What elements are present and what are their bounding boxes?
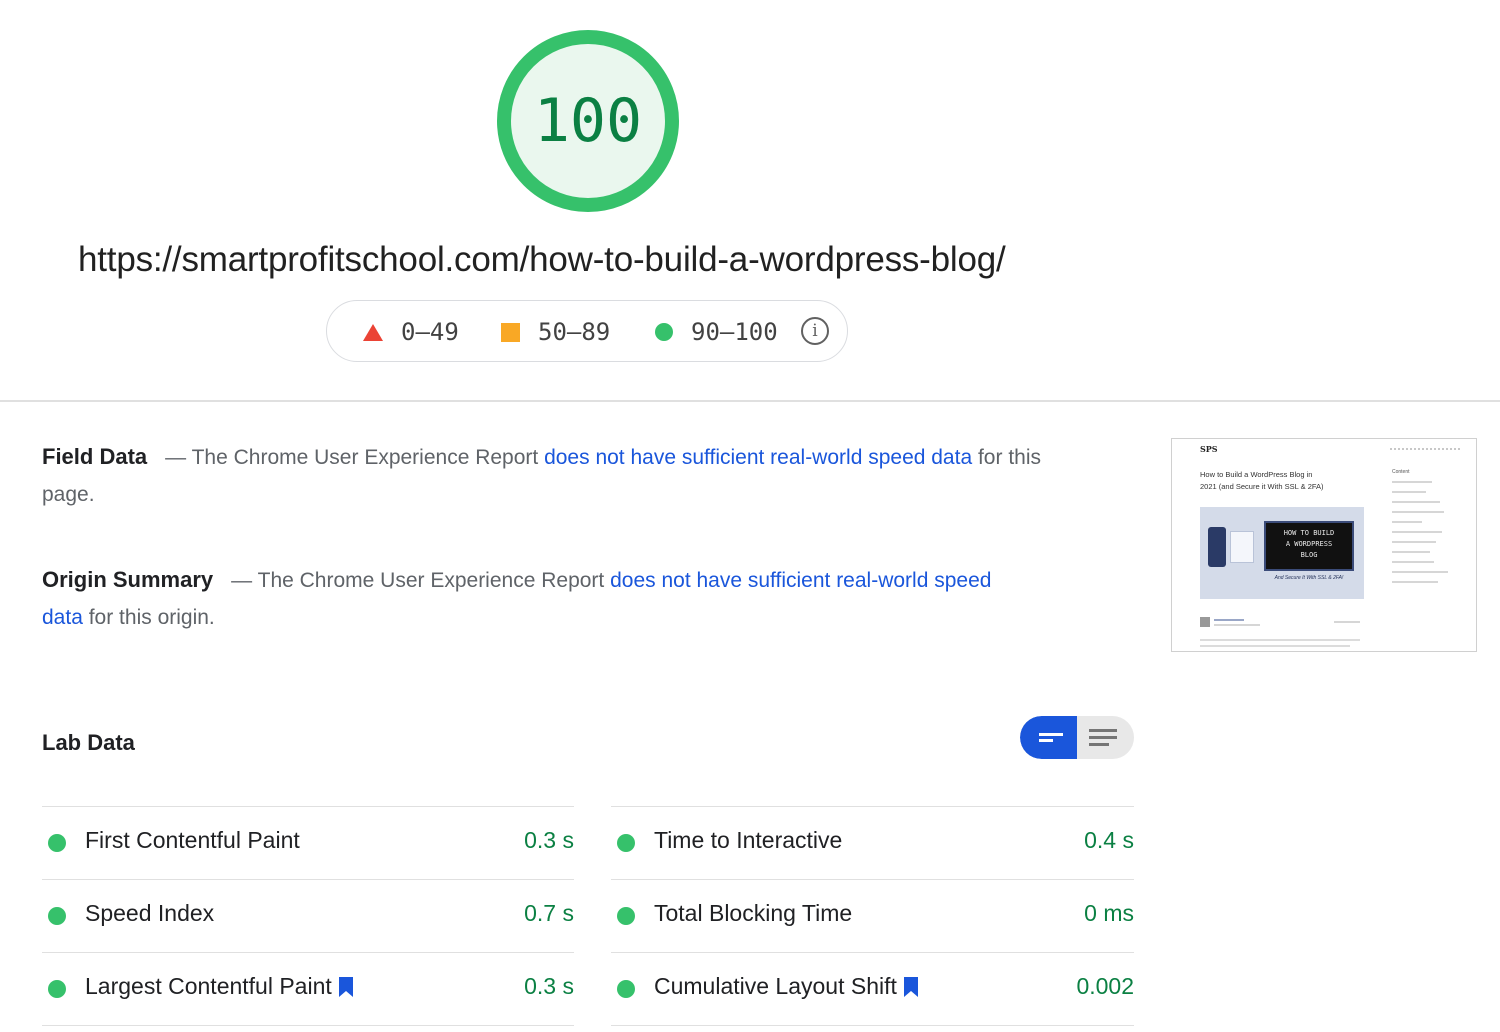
legend-item-pass: 90–100 [655,317,778,347]
lab-data-heading: Lab Data [42,730,135,755]
performance-score: 100 [533,86,643,156]
short-lines-icon [1039,733,1063,742]
thumb-sidebar-heading: Content [1392,469,1410,475]
bookmark-icon [338,976,353,997]
triangle-icon [363,323,383,341]
section-divider [0,400,1500,402]
pass-dot-icon [48,907,66,925]
toggle-compact-view[interactable] [1020,716,1077,759]
thumb-title-1: How to Build a WordPress Blog in [1200,470,1313,479]
metric-value: 0.4 s [1084,827,1134,853]
column-bottom-border [611,1025,1134,1026]
metric-row: First Contentful Paint 0.3 s [42,806,574,879]
thumb-nav [1390,448,1460,452]
metric-label: Speed Index [85,900,215,926]
metrics-column-left: First Contentful Paint 0.3 s Speed Index… [42,806,574,1026]
origin-summary-suffix: for this origin. [82,606,215,629]
metric-row: Cumulative Layout Shift 0.002 [611,952,1134,1025]
circle-icon [655,323,673,341]
thumb-image-text-3: BLOG [1300,551,1318,559]
metric-value: 0 ms [1084,900,1134,926]
metric-row: Speed Index 0.7 s [42,879,574,952]
square-icon [501,322,520,342]
metric-row: Total Blocking Time 0 ms [611,879,1134,952]
metrics-column-right: Time to Interactive 0.4 s Total Blocking… [611,806,1134,1026]
legend-range: 50–89 [538,318,611,346]
origin-summary-prefix: — The Chrome User Experience Report [231,569,611,592]
metrics-view-toggle[interactable] [1020,716,1134,759]
info-icon[interactable]: i [801,317,829,345]
pass-dot-icon [617,980,635,998]
thumb-author-row [1200,617,1360,627]
thumb-image-caption: And Secure It With SSL & 2FA! [1274,575,1344,581]
legend-item-fail: 0–49 [363,317,459,347]
score-legend: 0–49 50–89 90–100 i [326,300,848,362]
metric-label: Time to Interactive [654,827,843,853]
legend-range: 90–100 [691,318,778,346]
pass-dot-icon [617,834,635,852]
thumb-sidebar-lines [1392,481,1452,591]
thumb-hero-image: HOW TO BUILD A WORDPRESS BLOG And Secure… [1200,507,1364,599]
thumb-title-2: 2021 (and Secure it With SSL & 2FA) [1200,482,1324,491]
pass-dot-icon [48,834,66,852]
legend-item-average: 50–89 [501,317,610,347]
metric-label: Cumulative Layout Shift [654,973,897,999]
thumb-body-lines [1200,639,1360,647]
page-url: https://smartprofitschool.com/how-to-bui… [78,240,1006,279]
origin-summary-section: Origin Summary — The Chrome User Experien… [42,561,1032,636]
list-lines-icon [1089,729,1117,746]
origin-summary-heading: Origin Summary [42,567,214,592]
thumb-image-text-2: A WORDPRESS [1285,540,1333,548]
metric-label: First Contentful Paint [85,827,300,853]
field-data-link[interactable]: does not have sufficient real-world spee… [544,446,972,469]
thumb-image-text-1: HOW TO BUILD [1283,529,1335,537]
metric-value: 0.7 s [524,900,574,926]
metric-row: Time to Interactive 0.4 s [611,806,1134,879]
legend-range: 0–49 [401,318,459,346]
page-screenshot-thumbnail: SPS How to Build a WordPress Blog in 202… [1171,438,1477,652]
field-data-section: Field Data — The Chrome User Experience R… [42,438,1042,513]
pass-dot-icon [617,907,635,925]
toggle-expanded-view[interactable] [1077,716,1134,759]
metric-value: 0.002 [1076,973,1134,999]
metric-value: 0.3 s [524,827,574,853]
thumb-logo: SPS [1200,444,1218,454]
metric-row: Largest Contentful Paint 0.3 s [42,952,574,1025]
field-data-heading: Field Data [42,444,148,469]
pass-dot-icon [48,980,66,998]
column-bottom-border [42,1025,574,1026]
field-data-prefix: — The Chrome User Experience Report [165,446,545,469]
metric-label: Largest Contentful Paint [85,973,332,999]
bookmark-icon [903,976,918,997]
metric-value: 0.3 s [524,973,574,999]
metric-label: Total Blocking Time [654,900,853,926]
